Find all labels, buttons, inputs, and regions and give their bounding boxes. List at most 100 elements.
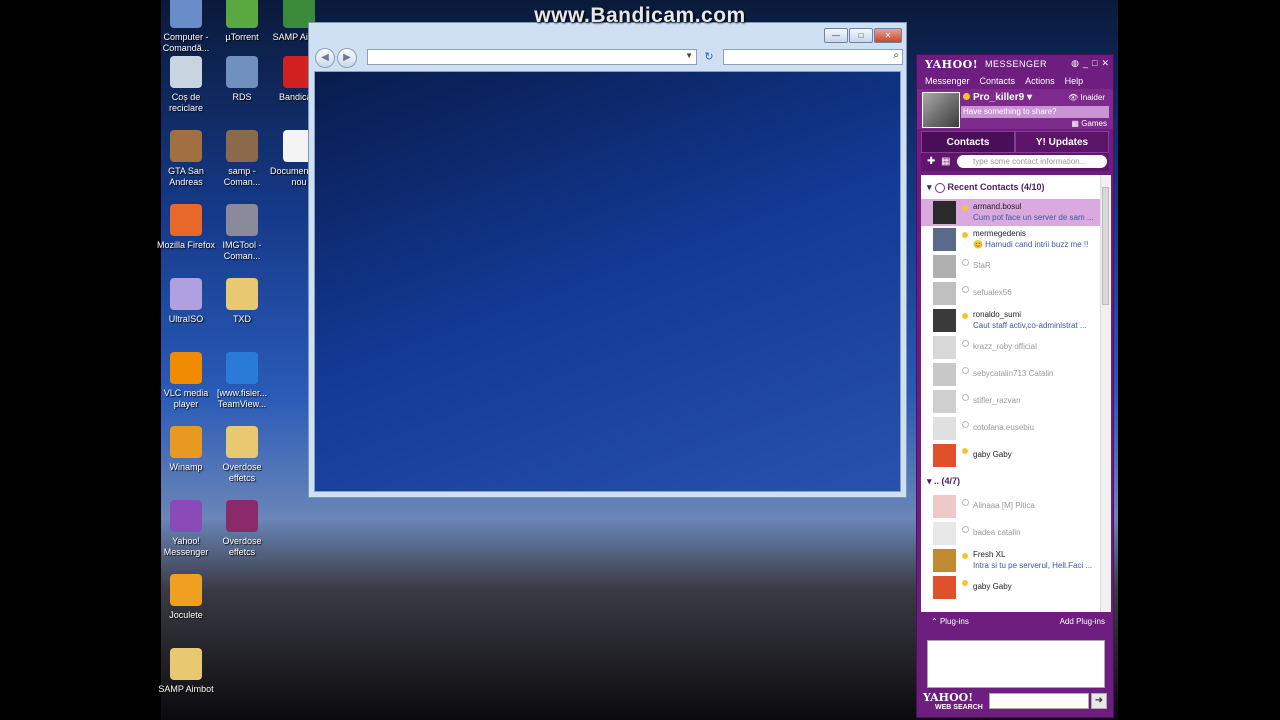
status-selector[interactable]: 👁 Inaider (1068, 93, 1105, 102)
add-plugins-link[interactable]: Add Plug-ins (1060, 617, 1105, 626)
yahoo-messenger-icon (170, 500, 202, 532)
list-item[interactable]: cotofana.eusebiu (921, 415, 1111, 442)
close-button[interactable]: ✕ (1101, 58, 1109, 69)
maximize-button[interactable]: □ (849, 28, 873, 43)
menu-messenger[interactable]: Messenger (925, 76, 970, 86)
forward-button[interactable]: ▶ (337, 48, 357, 68)
avatar (933, 495, 956, 518)
contact-list[interactable]: ▾ Recent Contacts (4/10) armand.bosul Cum p… (921, 175, 1111, 612)
ultraiso-icon (170, 278, 202, 310)
desktop-icon[interactable]: GTA San Andreas (155, 130, 217, 188)
desktop-icon-label: IMGTool - Coman... (222, 240, 262, 261)
messenger-window-controls: ◍ _ □ ✕ (1071, 58, 1109, 69)
search-icon[interactable]: ⌕ (893, 50, 899, 61)
messenger-brand: YAHOO! (925, 58, 979, 71)
tab-updates[interactable]: Y! Updates (1015, 131, 1109, 153)
contact-search-placeholder: type some contact information... (973, 157, 1087, 166)
list-item[interactable]: StaR (921, 253, 1111, 280)
list-item[interactable]: gaby Gaby (921, 574, 1111, 601)
menu-actions[interactable]: Actions (1025, 76, 1055, 86)
contact-group-header[interactable]: ▾ .. (4/7) (921, 469, 1111, 493)
list-item[interactable]: ronaldo_sumi Caut staff activ,co-administ… (921, 307, 1111, 334)
yahoo-messenger-window: YAHOO! MESSENGER ◍ _ □ ✕ Messenger Conta… (916, 54, 1114, 718)
plugins-button[interactable]: ⌃ Plug-ins (931, 617, 969, 626)
desktop-icon[interactable]: Overdose effetcs (211, 426, 273, 484)
list-item[interactable]: Fresh XL Intra si tu pe serverul, Hell.Fa… (921, 547, 1111, 574)
desktop-icon[interactable]: Overdose effetcs (211, 500, 273, 558)
contact-name: gaby Gaby (973, 582, 1012, 591)
games-icon: ▦ (1071, 119, 1079, 128)
contact-group-header[interactable]: ▾ Recent Contacts (4/10) (921, 175, 1111, 199)
menu-help[interactable]: Help (1065, 76, 1084, 86)
browser-navbar: ◀ ▶ ▼ ↻ ⌕ (309, 47, 906, 69)
arrow-right-icon[interactable]: ➜ (1091, 693, 1107, 709)
maximize-button[interactable]: □ (1092, 58, 1097, 69)
desktop-icon-label: GTA San Andreas (168, 166, 204, 187)
list-item[interactable]: gaby Gaby (921, 442, 1111, 469)
desktop-icon[interactable]: Coș de reciclare (155, 56, 217, 114)
contact-list-scrollbar[interactable] (1100, 175, 1111, 612)
browser-content[interactable] (314, 71, 901, 492)
list-item[interactable]: badea catalin (921, 520, 1111, 547)
web-search-input[interactable] (989, 693, 1089, 709)
back-button[interactable]: ◀ (315, 48, 335, 68)
avatar[interactable] (922, 92, 960, 128)
refresh-button[interactable]: ↻ (701, 49, 717, 65)
avatar (933, 390, 956, 413)
list-item[interactable]: sebycatalin713 Catalin (921, 361, 1111, 388)
contact-name: krazz_roby official (973, 342, 1037, 351)
list-item[interactable]: sefualex56 (921, 280, 1111, 307)
desktop-icon[interactable]: UltraISO (155, 278, 217, 325)
presence-icon (962, 394, 969, 401)
minimize-button[interactable]: — (824, 28, 848, 43)
desktop-icon[interactable]: RDS (211, 56, 273, 103)
desktop-icon[interactable]: Mozilla Firefox (155, 204, 217, 251)
minimize-button[interactable]: _ (1083, 58, 1088, 69)
desktop-icon-label: Overdose effetcs (222, 462, 262, 483)
desktop-icon[interactable]: TXD (211, 278, 273, 325)
browser-window[interactable]: — □ ✕ ◀ ▶ ▼ ↻ ⌕ (308, 22, 907, 498)
desktop-icon[interactable]: Winamp (155, 426, 217, 473)
tab-contacts[interactable]: Contacts (921, 131, 1015, 153)
desktop-icon-label: Winamp (169, 462, 203, 472)
desktop-icon[interactable]: IMGTool - Coman... (211, 204, 273, 262)
messenger-tabs: Contacts Y! Updates (921, 131, 1109, 153)
menu-contacts[interactable]: Contacts (980, 76, 1016, 86)
desktop-icon[interactable]: Yahoo! Messenger (155, 500, 217, 558)
list-item[interactable]: armand.bosul Cum pot face un server de sa… (921, 199, 1111, 226)
list-item[interactable]: krazz_roby official (921, 334, 1111, 361)
desktop-icon[interactable]: Joculete (155, 574, 217, 621)
messenger-titlebar[interactable]: YAHOO! MESSENGER ◍ _ □ ✕ (917, 55, 1113, 73)
recording-watermark: www.Bandicam.com (534, 4, 746, 27)
desktop-icon[interactable]: samp - Coman... (211, 130, 273, 188)
add-contact-icon[interactable]: ✚ (927, 156, 935, 167)
presence-icon (962, 313, 968, 319)
ad-panel[interactable] (927, 640, 1105, 688)
messenger-product: MESSENGER (985, 59, 1048, 69)
presence-icon (962, 580, 968, 586)
games-button[interactable]: ▦ Games (1071, 119, 1107, 128)
chevron-down-icon[interactable]: ▼ (685, 51, 693, 60)
close-button[interactable]: ✕ (874, 28, 902, 43)
desktop-icon[interactable]: SAMP Aimbot (155, 648, 217, 695)
avatar (933, 282, 956, 305)
browser-search-input[interactable]: ⌕ (723, 49, 903, 65)
list-item[interactable]: stifler_razvan (921, 388, 1111, 415)
window-controls: — □ ✕ (824, 28, 902, 43)
avatar (933, 228, 956, 251)
profile-name-wrap[interactable]: Pro_killer9 ▾ (963, 92, 1032, 103)
scrollbar-thumb[interactable] (1102, 187, 1109, 305)
desktop-icon-label: VLC media player (163, 388, 209, 409)
list-item[interactable]: Alinaaa [M] Pitica (921, 493, 1111, 520)
contact-search-input[interactable]: type some contact information... (957, 155, 1107, 168)
desktop-icon[interactable]: VLC media player (155, 352, 217, 410)
avatar (933, 363, 956, 386)
desktop-icon[interactable]: [www.fisier... TeamView... (211, 352, 273, 410)
list-item[interactable]: mermegedenis 😊 Hamudi cand intrii buzz me… (921, 226, 1111, 253)
presence-icon (962, 421, 969, 428)
contact-name: stifler_razvan (973, 396, 1021, 405)
address-bar[interactable]: ▼ (367, 49, 697, 65)
settings-icon[interactable]: ◍ (1071, 58, 1079, 69)
share-status-input[interactable]: Have something to share? (961, 106, 1109, 118)
grid-view-icon[interactable]: ▦ (941, 156, 950, 167)
